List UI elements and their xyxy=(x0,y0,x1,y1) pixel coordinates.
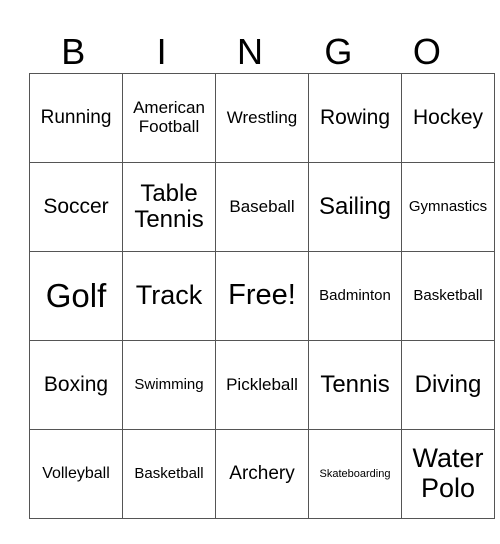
header-letter: G xyxy=(324,31,353,72)
bingo-grid: Running American Football Wrestling Rowing H… xyxy=(29,73,495,519)
bingo-cell[interactable]: Running xyxy=(29,73,123,163)
header-letter: O xyxy=(412,31,441,72)
bingo-cell[interactable]: Sailing xyxy=(308,162,402,252)
bingo-cell[interactable]: Badminton xyxy=(308,251,402,341)
bingo-cell[interactable]: Volleyball xyxy=(29,429,123,519)
bingo-cell[interactable]: Basketball xyxy=(401,251,495,341)
header-letter: B xyxy=(61,31,86,72)
bingo-cell[interactable]: Hockey xyxy=(401,73,495,163)
bingo-cell[interactable]: Pickleball xyxy=(215,340,309,430)
bingo-cell[interactable]: Golf xyxy=(29,251,123,341)
bingo-row: Golf Track Free! Badminton Basketball xyxy=(29,251,495,341)
bingo-cell[interactable]: Boxing xyxy=(29,340,123,430)
bingo-row: Running American Football Wrestling Rowing H… xyxy=(29,73,495,163)
bingo-cell[interactable]: Free! xyxy=(215,251,309,341)
bingo-header: B I N G O xyxy=(29,28,471,76)
bingo-cell[interactable]: Rowing xyxy=(308,73,402,163)
bingo-row: Volleyball Basketball Archery Skateboarding… xyxy=(29,429,495,519)
bingo-cell[interactable]: Gymnastics xyxy=(401,162,495,252)
bingo-cell[interactable]: Table Tennis xyxy=(122,162,216,252)
bingo-cell[interactable]: Soccer xyxy=(29,162,123,252)
header-letter: N xyxy=(237,31,264,72)
bingo-cell[interactable]: Water Polo xyxy=(401,429,495,519)
bingo-cell[interactable]: American Football xyxy=(122,73,216,163)
bingo-cell[interactable]: Diving xyxy=(401,340,495,430)
bingo-cell[interactable]: Skateboarding xyxy=(308,429,402,519)
bingo-cell[interactable]: Swimming xyxy=(122,340,216,430)
header-letter: I xyxy=(156,31,167,72)
bingo-cell[interactable]: Wrestling xyxy=(215,73,309,163)
bingo-cell[interactable]: Track xyxy=(122,251,216,341)
bingo-cell[interactable]: Baseball xyxy=(215,162,309,252)
bingo-cell[interactable]: Archery xyxy=(215,429,309,519)
bingo-cell[interactable]: Basketball xyxy=(122,429,216,519)
bingo-row: Soccer Table Tennis Baseball Sailing Gymnast… xyxy=(29,162,495,252)
bingo-cell[interactable]: Tennis xyxy=(308,340,402,430)
bingo-row: Boxing Swimming Pickleball Tennis Diving xyxy=(29,340,495,430)
